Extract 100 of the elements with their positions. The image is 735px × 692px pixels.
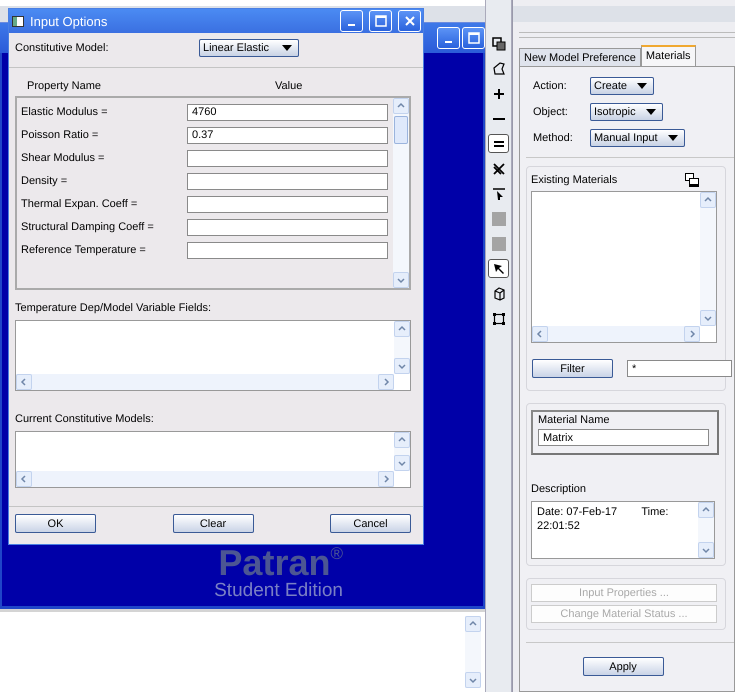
scroll-down-button[interactable] <box>394 455 410 471</box>
maximize-icon <box>374 15 386 27</box>
scroll-up-button[interactable] <box>698 502 714 518</box>
property-label: Density = <box>21 175 68 187</box>
dropdown[interactable]: Create <box>590 77 654 95</box>
maximize-button[interactable] <box>369 10 392 32</box>
scroll-up-button[interactable] <box>465 616 481 632</box>
column-header: Property Name <box>27 80 102 92</box>
property-label: Poisson Ratio = <box>21 129 100 141</box>
logo-text: Patran$^{®}$ <box>218 545 343 582</box>
property-field[interactable] <box>187 172 388 190</box>
description-field[interactable]: Date: 07-Feb-17 Time: 22:01:52 <box>531 501 715 559</box>
apply-button[interactable]: Apply <box>582 657 664 676</box>
variable-fields-list[interactable] <box>15 320 411 391</box>
minus-icon <box>492 118 504 120</box>
scroll-down-button[interactable] <box>393 272 409 288</box>
scrollbar-thumb[interactable] <box>394 116 408 144</box>
section-label: Current Constitutive Models: <box>15 413 155 425</box>
square-icon <box>492 212 506 226</box>
scroll-up-button[interactable] <box>393 98 409 114</box>
caret-icon <box>282 45 292 51</box>
caret-icon <box>646 109 656 115</box>
dropdown[interactable]: Manual Input <box>590 129 685 147</box>
copy-window-icon <box>685 173 699 187</box>
scroll-left-button[interactable] <box>532 326 548 342</box>
tool-button[interactable] <box>488 134 509 153</box>
property-field[interactable] <box>187 242 388 258</box>
cube-icon <box>492 286 506 300</box>
material-name-field[interactable]: Matrix <box>538 429 709 446</box>
scroll-up-button[interactable] <box>394 321 410 337</box>
field-label: Description <box>531 483 588 495</box>
tab[interactable]: Materials <box>640 45 696 66</box>
overlapping-squares-icon <box>492 36 506 50</box>
field-label: Material Name <box>538 414 611 426</box>
scroll-down-button[interactable] <box>394 358 410 374</box>
vertical-scrollbar[interactable] <box>465 616 481 688</box>
vertical-scrollbar[interactable] <box>394 321 410 374</box>
section-label: Temperature Dep/Model Variable Fields: <box>15 302 212 314</box>
minimize-icon <box>348 24 355 26</box>
close-button[interactable] <box>398 10 421 32</box>
scroll-down-button[interactable] <box>700 310 716 326</box>
property-field[interactable] <box>187 150 388 166</box>
group-label: Existing Materials <box>531 174 618 186</box>
dialog-button[interactable]: OK <box>15 514 96 533</box>
dialog-title: Input Options <box>30 14 108 28</box>
arrow-pointer-icon <box>492 262 506 276</box>
scroll-down-button[interactable] <box>465 672 481 688</box>
vertical-scrollbar[interactable] <box>393 98 409 288</box>
dropdown[interactable]: Linear Elastic <box>199 39 299 57</box>
selector-label: Method: <box>533 132 574 144</box>
scroll-right-button[interactable] <box>378 374 394 390</box>
property-label: Structural Damping Coeff = <box>21 221 155 233</box>
property-field[interactable]: 4760 <box>187 104 388 120</box>
scroll-left-button[interactable] <box>16 471 32 487</box>
tool-button[interactable] <box>488 259 509 278</box>
caret-icon <box>637 83 648 89</box>
description-text: Date: 07-Feb-17 Time: 22:01:52 <box>536 505 670 534</box>
dialog-button[interactable]: Clear <box>172 514 254 533</box>
minimize-button[interactable] <box>437 27 460 49</box>
property-label: Thermal Expan. Coeff = <box>21 198 138 210</box>
property-field[interactable] <box>187 218 388 236</box>
dialog-button[interactable]: Cancel <box>330 514 411 533</box>
crossed-lines-icon <box>492 162 506 176</box>
column-header: Value <box>275 80 302 92</box>
selector-label: Object: <box>533 106 569 118</box>
filter-field[interactable]: * <box>627 360 732 377</box>
vertical-scrollbar[interactable] <box>700 192 716 326</box>
vertical-scrollbar[interactable] <box>394 432 410 471</box>
polygon-outline-icon <box>492 62 506 76</box>
horizontal-scrollbar[interactable] <box>532 326 700 342</box>
square-icon <box>492 236 506 250</box>
dropdown[interactable]: Isotropic <box>590 103 663 121</box>
property-label: Elastic Modulus = <box>21 106 109 118</box>
vertical-scrollbar[interactable] <box>698 502 714 558</box>
constitutive-models-list[interactable] <box>15 431 411 488</box>
selector-label: Action: <box>533 80 568 92</box>
property-label: Shear Modulus = <box>21 152 106 164</box>
materials-list[interactable] <box>531 191 717 343</box>
edition-text: Student Edition <box>214 581 343 602</box>
property-field[interactable] <box>187 196 388 212</box>
property-label: Reference Temperature = <box>21 244 147 256</box>
scroll-down-button[interactable] <box>698 542 714 558</box>
field-label: Constitutive Model: <box>15 42 110 54</box>
scroll-right-button[interactable] <box>378 471 394 487</box>
horizontal-scrollbar[interactable] <box>16 374 394 390</box>
scroll-left-button[interactable] <box>16 374 32 390</box>
filter-button[interactable]: Filter <box>532 359 613 378</box>
scroll-up-button[interactable] <box>700 192 716 208</box>
tab[interactable]: New Model Preference <box>519 48 641 66</box>
window-icon <box>12 16 24 26</box>
maximize-button[interactable] <box>462 27 485 49</box>
scroll-right-button[interactable] <box>684 326 700 342</box>
property-field[interactable]: 0.37 <box>187 126 388 144</box>
minimize-icon <box>445 41 452 43</box>
frame-corners-icon <box>492 312 506 326</box>
pointer-bar-icon <box>492 186 506 200</box>
plus-icon <box>492 86 506 100</box>
scroll-up-button[interactable] <box>394 432 410 448</box>
minimize-button[interactable] <box>340 10 363 32</box>
horizontal-scrollbar[interactable] <box>16 471 394 487</box>
